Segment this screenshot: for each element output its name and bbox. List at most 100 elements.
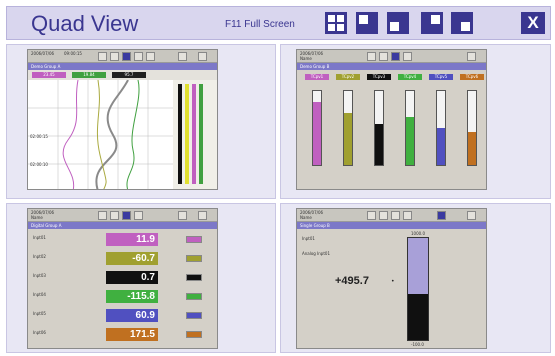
digital-row-value: -115.8 [106,290,158,303]
time-axis-label: 02:00:15 [30,134,48,139]
quad-layout-button[interactable] [325,12,347,34]
trash-icon[interactable] [198,52,207,61]
view-icon[interactable] [437,211,446,220]
top-left-layout-button[interactable] [356,12,378,34]
circle-icon[interactable] [110,211,119,220]
time-label: 09:00:15 [64,51,82,56]
arrow-icon[interactable] [98,52,107,61]
close-button[interactable]: X [521,12,545,34]
bar-fill [313,102,321,165]
single-bar-fill [408,238,428,295]
channel-chip: 95.7 [112,72,146,78]
trash-icon[interactable] [198,211,207,220]
page-icon[interactable] [134,211,143,220]
top-left-icon [359,15,368,24]
bar-tube [436,90,446,166]
digital-row-value: 60.9 [106,309,158,322]
channel-row: 23.45 19.84 95.7 [28,70,217,80]
bar-fill [375,124,383,165]
bar-tube [467,90,477,166]
trash-icon[interactable] [467,211,476,220]
trend-screen[interactable]: 2006/07/06 09:00:15 Demo Group A 23.45 1… [27,49,218,190]
toolbar: 2006/07/06 09:00:15 [28,50,217,63]
channel-sublabel: Analog Inpt01 [302,251,331,256]
bottom-left-icon [390,22,399,31]
group-bar: Demo Group A [28,63,217,70]
page-title: Quad View [31,11,139,36]
single-screen[interactable]: 2006/07/06 Name Single Group B Inpt01 An… [296,208,487,349]
bottom-left-layout-button[interactable] [387,12,409,34]
bar-tube [405,90,415,166]
digital-row-label: Inpt03 [33,273,46,278]
digital-row-value: 171.5 [106,328,158,341]
channel-label: Inpt01 [302,236,315,241]
digital-row-indicator [186,274,202,281]
view-icon[interactable] [391,52,400,61]
bargraph-screen[interactable]: 2006/07/06 Name Demo Group B TCpv1 TCpv2 T… [296,49,487,190]
digital-row-label: Inpt02 [33,254,46,259]
digital-panel[interactable]: 2006/07/06 Name Digital Group A Inpt01 11… [6,203,276,353]
group-bar: Demo Group B [297,63,486,70]
arrow-icon[interactable] [367,211,376,220]
quad-icon [328,15,335,22]
bar-label-chip: TCpv6 [460,74,484,80]
digital-row-value: 0.7 [106,271,158,284]
circle-icon[interactable] [110,52,119,61]
view-icon[interactable] [122,211,131,220]
print-icon[interactable] [178,52,187,61]
trash-icon[interactable] [467,52,476,61]
bar-fill [344,113,352,165]
value-marker: • [391,278,395,285]
scale-top: 1000.0 [411,231,425,236]
arrow-icon[interactable] [367,52,376,61]
graph-icon[interactable] [403,211,412,220]
bar-fill [468,131,476,165]
toolbar: 2006/07/06 Name [28,209,217,222]
header-bar: Quad View F11 Full Screen X [6,6,551,40]
single-value: +495.7 [335,275,369,287]
digital-row-indicator [186,255,202,262]
page-icon[interactable] [403,52,412,61]
bar-fill [406,116,414,165]
full-screen-hint: F11 Full Screen [225,19,295,30]
channel-chip: 23.45 [32,72,66,78]
circle-icon[interactable] [379,211,388,220]
bar-label-chip: TCpv2 [336,74,360,80]
name-label: Name [31,215,43,220]
channel-chip: 19.84 [72,72,106,78]
bar-tube [374,90,384,166]
bar-tube [343,90,353,166]
digital-row-value: -60.7 [106,252,158,265]
group-bar: Digital Group A [28,222,217,229]
digital-row-indicator [186,293,202,300]
toolbar: 2006/07/06 Name [297,50,486,63]
search-icon[interactable] [178,211,187,220]
view-icon[interactable] [122,52,131,61]
digital-row-indicator [186,331,202,338]
trend-chart [28,80,217,189]
bottom-right-layout-button[interactable] [451,12,473,34]
top-right-icon [431,15,440,24]
circle-icon[interactable] [379,52,388,61]
digital-row-label: Inpt05 [33,311,46,316]
bar-label-chip: TCpv4 [398,74,422,80]
bar-label-chip: TCpv1 [305,74,329,80]
digital-row-label: Inpt01 [33,235,46,240]
name-label: Name [300,56,312,61]
digital-row-indicator [186,312,202,319]
digital-screen[interactable]: 2006/07/06 Name Digital Group A Inpt01 11… [27,208,218,349]
date-label: 2006/07/06 [31,51,55,56]
time-axis-label: 02:00:10 [30,162,48,167]
digital-row-value: 11.9 [106,233,158,246]
bargraph-panel[interactable]: 2006/07/06 Name Demo Group B TCpv1 TCpv2 T… [280,44,551,199]
digital-row-indicator [186,236,202,243]
trend-panel[interactable]: 2006/07/06 09:00:15 Demo Group A 23.45 1… [6,44,276,199]
scale-bottom: -100.0 [411,342,424,347]
arrow-icon[interactable] [98,211,107,220]
group-bar: Single Group B [297,222,486,229]
settings-icon[interactable] [146,52,155,61]
single-panel[interactable]: 2006/07/06 Name Single Group B Inpt01 An… [280,203,551,353]
page-icon[interactable] [391,211,400,220]
top-right-layout-button[interactable] [421,12,443,34]
page-icon[interactable] [134,52,143,61]
